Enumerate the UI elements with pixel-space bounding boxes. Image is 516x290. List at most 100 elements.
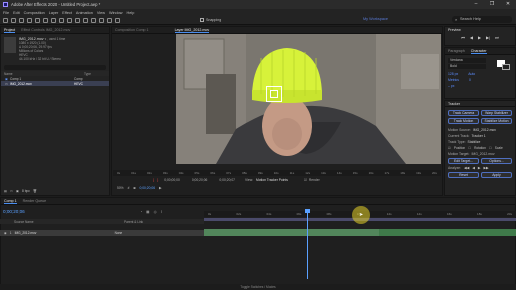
- track-motion-button[interactable]: Track Motion: [448, 118, 479, 124]
- list-item[interactable]: ▭ IMG_2012.mov HEVC: [1, 81, 109, 86]
- roto-tool-icon[interactable]: [107, 17, 112, 23]
- playhead-line[interactable]: [307, 209, 308, 279]
- track-type-dropdown[interactable]: Stabilize: [468, 140, 481, 144]
- stroke-color-swatch[interactable]: [502, 64, 510, 70]
- stroke-width-field[interactable]: – px: [448, 84, 454, 88]
- prev-frame-icon[interactable]: ◀: [470, 35, 473, 40]
- fill-stroke-swatch[interactable]: [497, 60, 511, 70]
- tab-effect-controls[interactable]: Effect Controls IMG_2012.mov: [21, 28, 70, 32]
- frame-blend-icon[interactable]: ▦: [146, 210, 149, 214]
- menu-layer[interactable]: Layer: [49, 11, 59, 15]
- shy-icon[interactable]: ◔: [140, 210, 142, 214]
- workspace-selector[interactable]: My Workspace: [363, 17, 388, 21]
- camera-icon[interactable]: ◙: [133, 186, 135, 190]
- brush-tool-icon[interactable]: [83, 17, 88, 23]
- snapping-checkbox[interactable]: [200, 18, 204, 22]
- pen-tool-icon[interactable]: [67, 17, 72, 23]
- selection-tool-icon[interactable]: [11, 17, 16, 23]
- anchor-tool-icon[interactable]: [51, 17, 56, 23]
- tab-paragraph[interactable]: Paragraph: [448, 49, 465, 53]
- playhead-handle[interactable]: [305, 209, 310, 213]
- magnification-dropdown[interactable]: 50%: [117, 186, 124, 190]
- column-type[interactable]: Type: [84, 72, 91, 76]
- bit-depth-label[interactable]: 8 bpc: [22, 189, 30, 193]
- current-timecode[interactable]: 0;00;20;06: [192, 178, 208, 182]
- analyze-forward-frame-icon[interactable]: ▶: [478, 166, 481, 170]
- analyze-forward-icon[interactable]: ▶▶: [483, 166, 488, 170]
- duration-timecode[interactable]: 0;00;20;07: [219, 178, 235, 182]
- menu-composition[interactable]: Composition: [24, 11, 45, 15]
- new-comp-icon[interactable]: ▣: [16, 189, 19, 193]
- shape-tool-icon[interactable]: [59, 17, 64, 23]
- last-frame-icon[interactable]: ⏭: [495, 35, 499, 40]
- font-style-dropdown[interactable]: Bold: [448, 64, 486, 69]
- minimize-button[interactable]: –: [468, 0, 484, 9]
- motion-blur-icon[interactable]: ◎: [154, 210, 157, 214]
- viewer-timecode[interactable]: 0;00;20;06: [139, 186, 155, 190]
- menu-view[interactable]: View: [97, 11, 105, 15]
- track-camera-button[interactable]: Track Camera: [448, 110, 479, 116]
- current-track-dropdown[interactable]: Tracker 1: [471, 134, 485, 138]
- play-icon[interactable]: ▶: [478, 35, 481, 40]
- zoom-tool-icon[interactable]: [27, 17, 32, 23]
- layer-parent-dropdown[interactable]: None: [115, 231, 123, 235]
- view-dropdown[interactable]: Motion Tracker Points: [256, 178, 288, 182]
- timeline-timecode[interactable]: 0;00;20;06: [3, 209, 25, 214]
- video-frame[interactable]: [176, 34, 441, 164]
- menu-window[interactable]: Window: [109, 11, 123, 15]
- in-timecode[interactable]: 0;00;00;00: [164, 178, 180, 182]
- tab-render-queue[interactable]: Render Queue: [23, 199, 47, 203]
- trash-icon[interactable]: 🗑: [33, 189, 37, 193]
- reset-button[interactable]: Reset: [448, 172, 479, 178]
- analyze-back-frame-icon[interactable]: ◀: [472, 166, 475, 170]
- stabilize-motion-button[interactable]: Stabilize Motion: [481, 118, 512, 124]
- motion-source-dropdown[interactable]: IMG_2012.mov: [473, 128, 496, 132]
- first-frame-icon[interactable]: ⏮: [461, 35, 465, 40]
- tab-composition[interactable]: Composition Comp 1: [115, 28, 149, 32]
- visibility-icon[interactable]: ◉: [4, 231, 7, 235]
- search-help-input[interactable]: ⌕ Search Help: [452, 16, 512, 23]
- column-name[interactable]: Name: [4, 72, 64, 76]
- table-row[interactable]: ◉ 1 IMG_2012.mov None: [0, 230, 204, 236]
- menu-edit[interactable]: Edit: [13, 11, 20, 15]
- font-size-field[interactable]: 128 px: [448, 72, 458, 76]
- menu-animation[interactable]: Animation: [76, 11, 93, 15]
- project-search-input[interactable]: [4, 65, 106, 70]
- camera-tool-icon[interactable]: [43, 17, 48, 23]
- in-point-icon[interactable]: {: [153, 178, 154, 182]
- layer-name[interactable]: IMG_2012.mov: [15, 231, 115, 235]
- next-frame-icon[interactable]: ▶|: [486, 35, 490, 40]
- rotate-tool-icon[interactable]: [35, 17, 40, 23]
- column-source-name[interactable]: Source Name: [14, 220, 124, 224]
- type-tool-icon[interactable]: [75, 17, 80, 23]
- position-checkbox[interactable]: ☑: [448, 146, 451, 150]
- tab-comp-1[interactable]: Comp 1: [4, 199, 17, 204]
- analyze-back-icon[interactable]: ◀◀: [464, 166, 469, 170]
- close-button[interactable]: ✕: [500, 0, 516, 9]
- grid-icon[interactable]: #: [128, 186, 130, 190]
- snapping-toggle[interactable]: Snapping: [200, 18, 221, 22]
- tab-character[interactable]: Character: [470, 49, 487, 54]
- column-parent[interactable]: Parent & Link: [124, 220, 143, 224]
- render-checkbox[interactable]: ☑: [304, 178, 307, 182]
- apply-button[interactable]: Apply: [481, 172, 512, 178]
- play-icon[interactable]: ▶: [159, 186, 162, 190]
- home-tool-icon[interactable]: [3, 17, 8, 23]
- rotation-checkbox[interactable]: ☐: [468, 146, 471, 150]
- warp-stabilizer-button[interactable]: Warp Stabilizer: [481, 110, 512, 116]
- clone-tool-icon[interactable]: [91, 17, 96, 23]
- font-family-dropdown[interactable]: Verdana: [448, 58, 486, 63]
- options-button[interactable]: Options...: [481, 158, 512, 164]
- menu-help[interactable]: Help: [127, 11, 135, 15]
- interpret-footage-icon[interactable]: ▤: [4, 189, 7, 193]
- out-point-icon[interactable]: }: [157, 178, 158, 182]
- new-folder-icon[interactable]: ▭: [10, 189, 13, 193]
- puppet-tool-icon[interactable]: [115, 17, 120, 23]
- menu-file[interactable]: File: [3, 11, 9, 15]
- leading-field[interactable]: Auto: [468, 72, 475, 76]
- layer-time-ruler[interactable]: 0s 01s 02s 03s 04s 05s 06s 07s 08s 09s 1…: [113, 170, 441, 176]
- kerning-field[interactable]: Metrics: [448, 78, 459, 82]
- tab-project[interactable]: Project: [4, 28, 16, 33]
- toggle-switches-modes[interactable]: Toggle Switches / Modes: [240, 285, 275, 289]
- tab-layer[interactable]: Layer IMG_2012.mov: [174, 28, 210, 33]
